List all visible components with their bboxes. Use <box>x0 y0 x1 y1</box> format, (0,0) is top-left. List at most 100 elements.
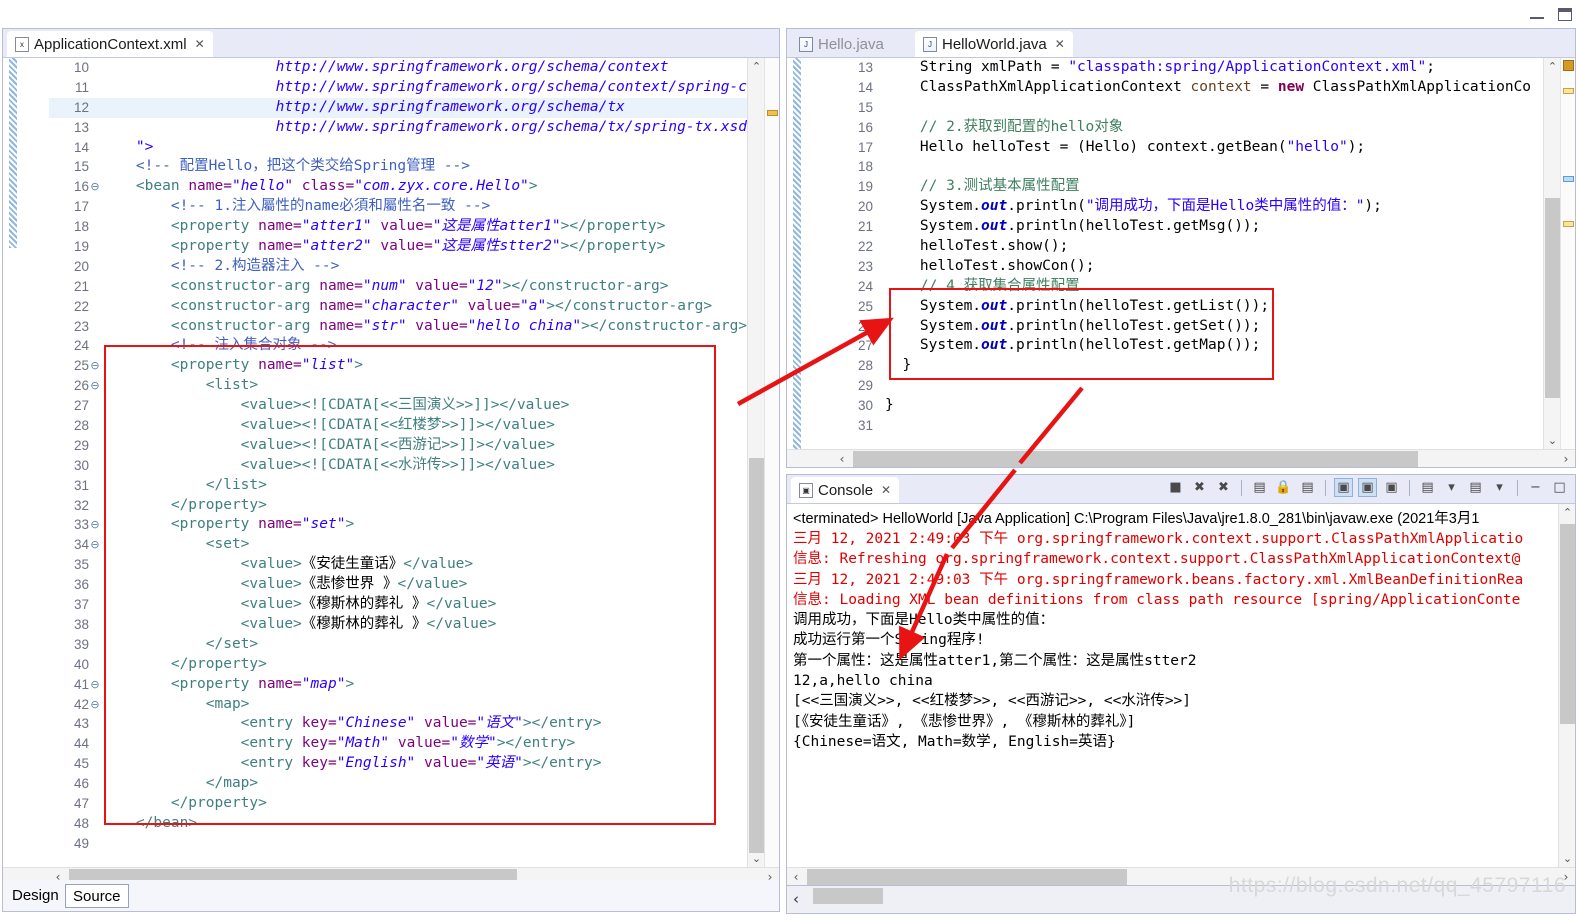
scroll-lock-button[interactable]: 🔒 <box>1274 478 1293 497</box>
code-line[interactable]: 46 </map> <box>49 774 779 794</box>
open-console-button[interactable]: ▤ <box>1466 478 1485 497</box>
code-line[interactable]: 37 <value>《穆斯林的葬礼 》</value> <box>49 595 779 615</box>
code-line[interactable]: 26 ⊖ <list> <box>49 376 779 396</box>
code-line[interactable]: 26 System.out.println(helloTest.getSet()… <box>833 317 1575 337</box>
ruler-warning-marker[interactable] <box>1563 88 1574 94</box>
xml-vertical-scrollbar[interactable]: ⌃ ⌄ <box>747 58 764 867</box>
xml-code-area[interactable]: 10 http://www.springframework.org/schema… <box>49 58 779 885</box>
code-line[interactable]: 22 helloTest.show(); <box>833 237 1575 257</box>
console-output-body[interactable]: <terminated> HelloWorld [Java Applicatio… <box>787 503 1575 885</box>
scroll-up-arrow[interactable]: ⌃ <box>1544 58 1561 75</box>
code-line[interactable]: 48 </bean> <box>49 814 779 834</box>
close-icon[interactable]: ✕ <box>881 483 891 497</box>
show-console-on-output-button[interactable]: ▣ <box>1334 478 1353 497</box>
code-line[interactable]: 27 System.out.println(helloTest.getMap()… <box>833 336 1575 356</box>
scroll-up-arrow[interactable]: ⌃ <box>748 58 765 75</box>
code-line[interactable]: 30 <value><![CDATA[<<水浒传>>]]></value> <box>49 456 779 476</box>
code-line[interactable]: 12 http://www.springframework.org/schema… <box>49 97 779 118</box>
code-line[interactable]: 36 <value>《悲惨世界 》</value> <box>49 575 779 595</box>
code-line[interactable]: 34 ⊖ <set> <box>49 535 779 555</box>
scroll-up-arrow[interactable]: ⌃ <box>1559 504 1575 521</box>
tab-source[interactable]: Source <box>65 884 129 908</box>
code-line[interactable]: 17 Hello helloTest = (Hello) context.get… <box>833 138 1575 158</box>
status-scroll-area[interactable] <box>813 888 883 904</box>
code-line[interactable]: 38 <value>《穆斯林的葬礼 》</value> <box>49 615 779 635</box>
code-line[interactable]: 27 <value><![CDATA[<<三国演义>>]]></value> <box>49 396 779 416</box>
ruler-warning-marker[interactable] <box>767 110 778 116</box>
code-line[interactable]: 18 <property name="atter1" value="这是属性at… <box>49 217 779 237</box>
code-line[interactable]: 17 <!-- 1.注入屬性的name必須和屬性名一致 --> <box>49 197 779 217</box>
code-line[interactable]: 45 <entry key="English" value="英语"></ent… <box>49 754 779 774</box>
code-line[interactable]: 16 // 2.获取到配置的hello对象 <box>833 118 1575 138</box>
display-selected-console-button[interactable]: ▤ <box>1418 478 1437 497</box>
tab-console[interactable]: ▣ Console ✕ <box>791 477 900 503</box>
code-line[interactable]: 16 ⊖ <bean name="hello" class="com.zyx.co… <box>49 177 779 197</box>
scroll-down-arrow[interactable]: ⌄ <box>1544 432 1561 449</box>
code-line[interactable]: 21 <constructor-arg name="num" value="12… <box>49 277 779 297</box>
code-line[interactable]: 30} <box>833 396 1575 416</box>
scroll-down-arrow[interactable]: ⌄ <box>1559 850 1575 867</box>
code-line[interactable]: 18 <box>833 157 1575 177</box>
code-line[interactable]: 28 <value><![CDATA[<<红楼梦>>]]></value> <box>49 416 779 436</box>
code-line[interactable]: 15 <!-- 配置Hello，把这个类交给Spring管理 --> <box>49 157 779 177</box>
fold-toggle-icon[interactable]: ⊖ <box>90 695 100 715</box>
code-line[interactable]: 44 <entry key="Math" value="数学"></entry> <box>49 734 779 754</box>
ruler-error-marker[interactable] <box>1563 60 1574 71</box>
code-line[interactable]: 43 <entry key="Chinese" value="语文"></ent… <box>49 714 779 734</box>
maximize-button[interactable]: □ <box>1550 478 1569 497</box>
java-editor-body[interactable]: 13 String xmlPath = "classpath:spring/Ap… <box>787 57 1575 467</box>
fold-toggle-icon[interactable]: ⊖ <box>90 177 100 197</box>
code-line[interactable]: 13 String xmlPath = "classpath:spring/Ap… <box>833 58 1575 78</box>
code-line[interactable]: 24 <!-- 注入集合对象 --> <box>49 336 779 356</box>
code-line[interactable]: 21 System.out.println(helloTest.getMsg()… <box>833 217 1575 237</box>
code-line[interactable]: 35 <value>《安徒生童话》</value> <box>49 555 779 575</box>
fold-toggle-icon[interactable]: ⊖ <box>90 376 100 396</box>
java-hscroll-thumb[interactable] <box>853 451 1418 467</box>
code-line[interactable]: 24 // 4.获取集合属性配置 <box>833 277 1575 297</box>
code-line[interactable]: 13 http://www.springframework.org/schema… <box>49 118 779 138</box>
console-vertical-scrollbar[interactable]: ⌃ ⌄ <box>1558 504 1575 867</box>
code-line[interactable]: 40 </property> <box>49 655 779 675</box>
code-line[interactable]: 31 <box>833 416 1575 436</box>
terminate-button[interactable]: ■ <box>1166 478 1185 497</box>
xml-overview-ruler[interactable] <box>764 58 779 867</box>
code-line[interactable]: 20 <!-- 2.构造器注入 --> <box>49 257 779 277</box>
pin-console-button[interactable]: ▣ <box>1382 478 1401 497</box>
code-line[interactable]: 41 ⊖ <property name="map"> <box>49 675 779 695</box>
tab-helloworld-java[interactable]: J HelloWorld.java ✕ <box>915 31 1073 57</box>
fold-toggle-icon[interactable]: ⊖ <box>90 535 100 555</box>
code-line[interactable]: 25 System.out.println(helloTest.getList(… <box>833 297 1575 317</box>
scroll-left-arrow[interactable]: ‹ <box>787 868 805 885</box>
xml-scroll-thumb[interactable] <box>749 458 764 853</box>
code-line[interactable]: 14 "> <box>49 138 779 158</box>
console-hscroll-thumb[interactable] <box>807 869 1127 885</box>
console-scroll-thumb[interactable] <box>1560 524 1575 724</box>
code-line[interactable]: 33 ⊖ <property name="set"> <box>49 515 779 535</box>
window-maximize-icon[interactable] <box>1558 8 1572 21</box>
tab-design[interactable]: Design <box>5 884 66 908</box>
code-line[interactable]: 15 <box>833 98 1575 118</box>
code-line[interactable]: 29 <box>833 376 1575 396</box>
scroll-down-arrow[interactable]: ⌄ <box>748 850 765 867</box>
status-left-arrow[interactable]: ‹ <box>793 890 799 908</box>
code-line[interactable]: 14 ClassPathXmlApplicationContext contex… <box>833 78 1575 98</box>
code-line[interactable]: 25 ⊖ <property name="list"> <box>49 356 779 376</box>
java-scroll-thumb[interactable] <box>1545 198 1560 398</box>
java-code-area[interactable]: 13 String xmlPath = "classpath:spring/Ap… <box>833 58 1575 467</box>
fold-toggle-icon[interactable]: ⊖ <box>90 515 100 535</box>
code-line[interactable]: 10 http://www.springframework.org/schema… <box>49 58 779 78</box>
clear-console-button[interactable]: ▤ <box>1250 478 1269 497</box>
remove-all-terminated-button[interactable]: ✖ <box>1214 478 1233 497</box>
close-icon[interactable]: ✕ <box>195 37 205 51</box>
java-overview-ruler[interactable] <box>1560 58 1575 449</box>
code-line[interactable]: 19 <property name="atter2" value="这是属性st… <box>49 237 779 257</box>
window-minimize-icon[interactable] <box>1530 11 1544 19</box>
scroll-right-arrow[interactable]: › <box>1557 450 1575 467</box>
fold-toggle-icon[interactable]: ⊖ <box>90 675 100 695</box>
code-line[interactable]: 31 </list> <box>49 476 779 496</box>
code-line[interactable]: 32 </property> <box>49 496 779 516</box>
remove-launch-button[interactable]: ✖ <box>1190 478 1209 497</box>
java-vertical-scrollbar[interactable]: ⌃ ⌄ <box>1543 58 1560 449</box>
java-horizontal-scrollbar[interactable]: ‹ › <box>787 449 1575 467</box>
code-line[interactable]: 19 // 3.测试基本属性配置 <box>833 177 1575 197</box>
